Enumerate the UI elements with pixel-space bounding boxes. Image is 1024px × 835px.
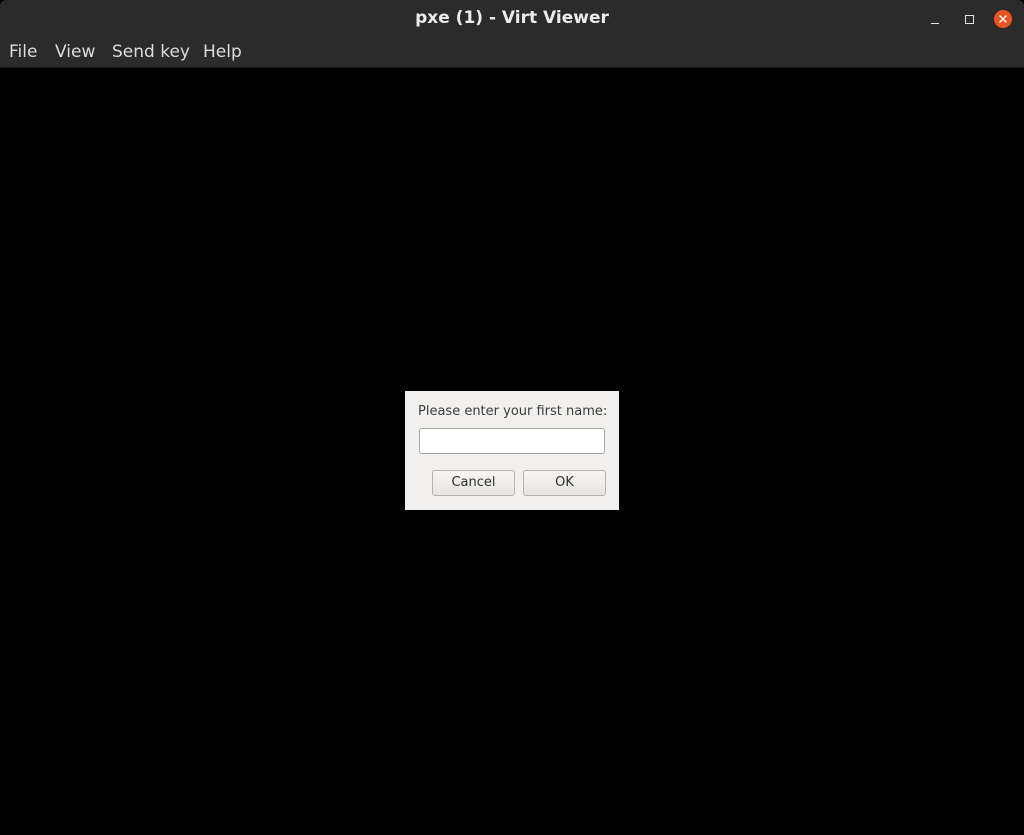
menu-bar: File View Send key Help	[0, 38, 1024, 68]
menu-send-key[interactable]: Send key	[112, 41, 190, 63]
close-icon	[994, 10, 1012, 28]
close-button[interactable]	[992, 8, 1014, 30]
minimize-icon	[931, 22, 939, 24]
first-name-input[interactable]	[419, 428, 605, 454]
maximize-button[interactable]	[958, 8, 980, 30]
menu-help[interactable]: Help	[203, 41, 242, 63]
menu-view[interactable]: View	[55, 41, 95, 63]
ok-button[interactable]: OK	[523, 470, 606, 496]
first-name-dialog: Please enter your first name: Cancel OK	[405, 391, 619, 510]
minimize-button[interactable]	[924, 8, 946, 30]
menu-file[interactable]: File	[9, 41, 37, 63]
cancel-button[interactable]: Cancel	[432, 470, 515, 496]
title-bar[interactable]: pxe (1) - Virt Viewer	[0, 0, 1024, 38]
virt-viewer-window: pxe (1) - Virt Viewer File View Send key	[0, 0, 1024, 835]
maximize-icon	[964, 14, 974, 24]
window-title: pxe (1) - Virt Viewer	[415, 8, 609, 28]
dialog-prompt: Please enter your first name:	[418, 404, 608, 419]
